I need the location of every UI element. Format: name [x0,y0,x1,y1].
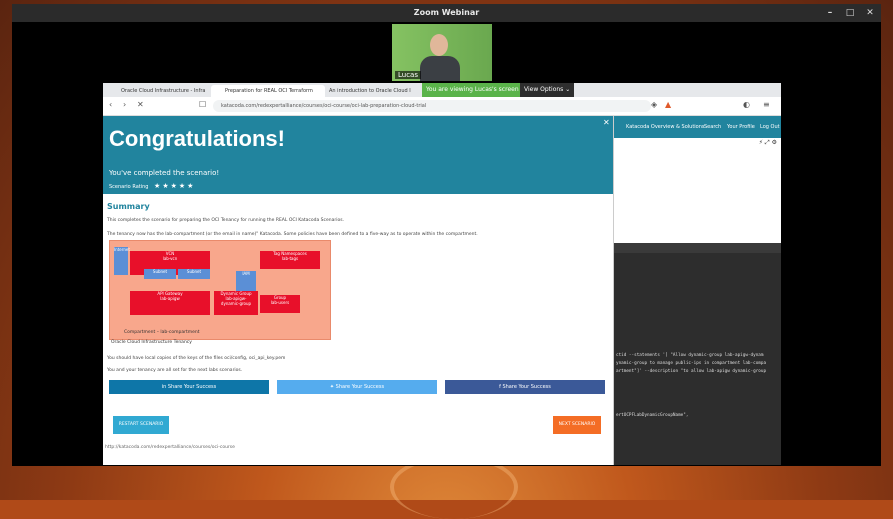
share-label: Share Your Success [335,384,385,390]
diagram-box-tags: Tag Namespaces lab-tags [260,251,320,269]
terminal-line: artment"]' --description "to allow lab-a… [616,369,767,374]
address-bar[interactable]: katacoda.com/redexpertalliance/courses/o… [213,100,651,112]
stop-icon[interactable]: ✕ [137,100,144,109]
maximize-button[interactable]: □ [845,4,855,22]
diagram-box-apigw: API Gateway lab-apigw [130,291,210,315]
nav-logout-link[interactable]: Log Out [760,124,780,130]
zoom-window: Zoom Webinar – □ ✕ Lucas Oracle Cloud In… [12,4,881,466]
rating-stars[interactable]: ★★★★★ [154,182,195,190]
browser-tab[interactable]: Oracle Cloud Infrastructure - Infra [107,85,221,97]
rating-label: Scenario Rating [109,184,149,190]
summary-heading: Summary [107,202,150,211]
scenario-rating: Scenario Rating ★★★★★ [109,182,195,190]
terminal-tools-icon[interactable]: ⚡ ⤢ ⚙ [759,139,777,147]
bookmark-icon[interactable]: ☐ [199,100,206,109]
forward-icon[interactable]: › [123,100,126,109]
oracle-caption: Oracle Cloud Infrastructure Tenancy [111,340,192,345]
completion-modal: Congratulations! You've completed the sc… [103,116,614,465]
terminal-line: ertOCPFLabDynamicGroupName", [616,413,689,418]
window-title: Zoom Webinar [413,8,480,17]
participant-name: Lucas [395,71,421,79]
architecture-diagram: VCN lab-vcn Tag Namespaces lab-tags API … [109,240,331,340]
share-twitter-button[interactable]: ✦ Share Your Success [277,380,437,394]
course-link[interactable]: http://katacoda.com/redexpertalliance/co… [105,445,235,450]
nav-search-link[interactable]: Search [704,124,721,130]
diagram-internet: Internet [114,247,130,275]
modal-header: Congratulations! You've completed the sc… [103,116,613,194]
next-scenario-button[interactable]: NEXT SCENARIO [553,416,601,434]
back-icon[interactable]: ‹ [109,100,112,109]
nav-profile-link[interactable]: Your Profile [727,124,755,130]
browser-toolbar: ‹ › ✕ ☐ katacoda.com/redexpertalliance/c… [103,97,781,116]
close-window-button[interactable]: ✕ [865,4,875,22]
summary-text: You should have local copies of the keys… [107,356,286,361]
summary-text: You and your tenancy are all set for the… [107,368,243,373]
speaker-head [430,34,448,56]
katacoda-nav: Katacoda Overview & Solutions Search You… [614,116,781,138]
diagram-box-dynamic-group: Dynamic Group lab-apigw- dynamic-group [214,291,258,315]
terminal-panel: Katacoda Overview & Solutions Search You… [614,116,781,465]
share-facebook-button[interactable]: f Share Your Success [445,380,605,394]
extension-icon[interactable]: ◐ [743,100,750,109]
share-label: Share Your Success [502,384,551,390]
close-icon[interactable]: ✕ [603,118,610,127]
speaker-body [420,56,460,81]
restart-scenario-button[interactable]: RESTART SCENARIO [113,416,169,434]
browser-tab-active[interactable]: Preparation for REAL OCI Terraform [211,85,325,97]
diagram-subnet: Subnet [178,269,210,279]
modal-title: Congratulations! [109,126,285,151]
summary-text: The tenancy now has the lab-compartment … [107,232,478,237]
diagram-subnet: Subnet [144,269,176,279]
nav-overview-link[interactable]: Katacoda Overview & Solutions [626,124,705,130]
menu-icon[interactable]: ≡ [763,100,770,109]
terminal[interactable]: ctid --statements '[ "Allow dynamic-grou… [614,253,781,465]
modal-subtitle: You've completed the scenario! [109,169,220,177]
share-label: Share Your Success [167,384,217,390]
share-linkedin-button[interactable]: in Share Your Success [109,380,269,394]
minimize-button[interactable]: – [825,4,835,22]
view-options-button[interactable]: View Options ⌄ [520,83,575,97]
summary-text: This completes the scenario for preparin… [107,218,345,223]
editor-area [614,148,781,243]
window-titlebar: Zoom Webinar – □ ✕ [12,4,881,22]
browser-tab-strip: Oracle Cloud Infrastructure - Infra Prep… [103,83,781,97]
katacoda-page: Congratulations! You've completed the sc… [103,116,781,465]
diagram-caption: Compartment – lab-compartment [124,330,200,335]
viewing-banner: You are viewing Lucas's screen [422,83,523,97]
diagram-box-group: Group lab-users [260,295,300,313]
terminal-line: ynamic-group to manage public-ips in com… [616,361,767,366]
participant-video[interactable]: Lucas [392,24,492,81]
shared-screen: Oracle Cloud Infrastructure - Infra Prep… [103,83,781,465]
brave-shield-icon[interactable]: ◈ [651,100,657,109]
browser-tab[interactable]: An introduction to Oracle Cloud I [315,85,429,97]
terminal-header [614,243,781,253]
terminal-line: ctid --statements '[ "Allow dynamic-grou… [616,353,764,358]
rewards-icon[interactable]: ▲ [665,100,671,109]
diagram-iam: IAM [236,271,256,291]
